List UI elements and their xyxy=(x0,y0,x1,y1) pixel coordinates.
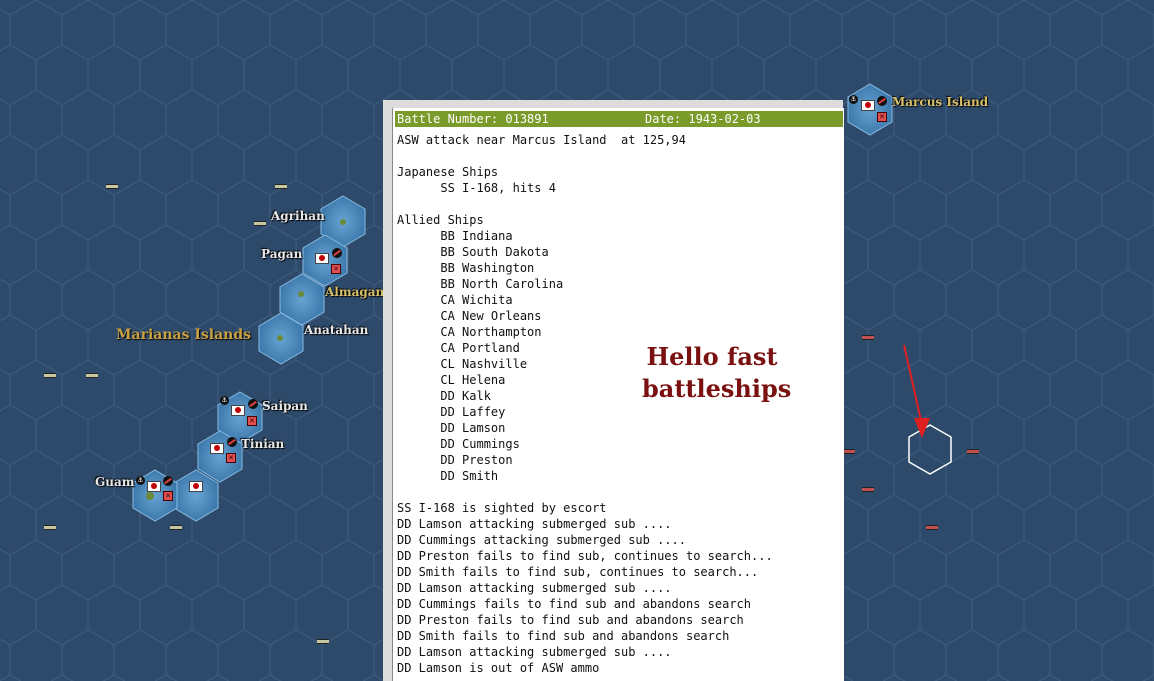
place-pagan[interactable]: Pagan xyxy=(261,247,302,261)
anchor-icon: ⚓ xyxy=(136,476,145,485)
log-line: DD Smith xyxy=(397,469,499,483)
log-line: BB Indiana xyxy=(397,229,513,243)
ship-marker-icon[interactable] xyxy=(44,373,56,378)
anchor-icon: ⚓ xyxy=(849,95,858,104)
place-almagan[interactable]: Almagan xyxy=(325,285,384,299)
log-line: CA Wichita xyxy=(397,293,513,307)
place-anatahan[interactable]: Anatahan xyxy=(304,323,368,337)
ship-marker-icon[interactable] xyxy=(926,525,938,530)
battle-date: Date: 1943-02-03 xyxy=(645,112,761,126)
annotation-text: Hello fast battleships xyxy=(642,341,792,405)
place-tinian[interactable]: Tinian xyxy=(241,437,284,451)
ship-marker-icon[interactable] xyxy=(843,449,855,454)
japanese-flag-icon[interactable] xyxy=(315,253,329,264)
log-line: BB North Carolina xyxy=(397,277,564,291)
log-line: DD Lamson attacking submerged sub .... xyxy=(397,581,672,595)
log-line: DD Preston xyxy=(397,453,513,467)
place-guam[interactable]: Guam xyxy=(95,475,134,489)
fort-icon: ✕ xyxy=(163,491,173,501)
log-line: DD Preston fails to find sub and abandon… xyxy=(397,613,744,627)
log-line: DD Smith fails to find sub, continues to… xyxy=(397,565,759,579)
ship-marker-icon[interactable] xyxy=(44,525,56,530)
place-marcus-island[interactable]: Marcus Island xyxy=(892,95,988,109)
log-line: SS I-168 is sighted by escort xyxy=(397,501,607,515)
log-line: DD Laffey xyxy=(397,405,506,419)
ship-marker-icon[interactable] xyxy=(86,373,98,378)
log-line: DD Lamson xyxy=(397,421,506,435)
battle-header-bar: Battle Number: 013891 Date: 1943-02-03 xyxy=(395,111,843,127)
ship-marker-icon[interactable] xyxy=(862,335,874,340)
log-line: DD Lamson attacking submerged sub .... xyxy=(397,645,672,659)
fort-icon: ✕ xyxy=(247,416,257,426)
log-line: DD Preston fails to find sub, continues … xyxy=(397,549,773,563)
log-line: ASW attack near Marcus Island at 125,94 xyxy=(397,133,686,147)
region-label: Marianas Islands xyxy=(116,327,252,343)
log-line: SS I-168, hits 4 xyxy=(397,181,556,195)
anchor-icon: ⚓ xyxy=(220,396,229,405)
japanese-flag-icon[interactable] xyxy=(210,443,224,454)
ship-marker-icon[interactable] xyxy=(967,449,979,454)
airfield-icon xyxy=(877,96,887,106)
fort-icon: ✕ xyxy=(226,453,236,463)
airfield-icon xyxy=(163,476,173,486)
japanese-flag-icon[interactable] xyxy=(189,481,203,492)
ship-marker-icon[interactable] xyxy=(106,184,118,189)
log-line: Allied Ships xyxy=(397,213,484,227)
airfield-icon xyxy=(248,399,258,409)
japanese-flag-icon[interactable] xyxy=(861,100,875,111)
airfield-icon xyxy=(332,248,342,258)
ship-marker-icon[interactable] xyxy=(254,221,266,226)
place-agrihan[interactable]: Agrihan xyxy=(271,209,325,223)
fort-icon: ✕ xyxy=(331,264,341,274)
ship-marker-icon[interactable] xyxy=(275,184,287,189)
ship-marker-icon[interactable] xyxy=(862,487,874,492)
japanese-flag-icon[interactable] xyxy=(147,481,161,492)
annotation-line-1: Hello fast xyxy=(646,342,778,371)
ship-marker-icon[interactable] xyxy=(170,525,182,530)
log-line: DD Smith fails to find sub and abandons … xyxy=(397,629,730,643)
log-line: BB Washington xyxy=(397,261,535,275)
log-line: BB South Dakota xyxy=(397,245,549,259)
place-saipan[interactable]: Saipan xyxy=(262,399,308,413)
log-line: DD Cummings xyxy=(397,437,520,451)
log-line: DD Cummings fails to find sub and abando… xyxy=(397,597,752,611)
japanese-flag-icon[interactable] xyxy=(231,405,245,416)
log-line: Japanese Ships xyxy=(397,165,499,179)
log-line: CA Northampton xyxy=(397,325,542,339)
battle-number: Battle Number: 013891 xyxy=(397,112,549,126)
log-line: DD Cummings attacking submerged sub .... xyxy=(397,533,686,547)
log-line: CA New Orleans xyxy=(397,309,542,323)
airfield-icon xyxy=(227,437,237,447)
log-line: DD Lamson is out of ASW ammo xyxy=(397,661,600,675)
fort-icon: ✕ xyxy=(877,112,887,122)
annotation-line-2: battleships xyxy=(642,374,792,403)
ship-marker-icon[interactable] xyxy=(317,639,329,644)
log-line: DD Lamson attacking submerged sub .... xyxy=(397,517,672,531)
